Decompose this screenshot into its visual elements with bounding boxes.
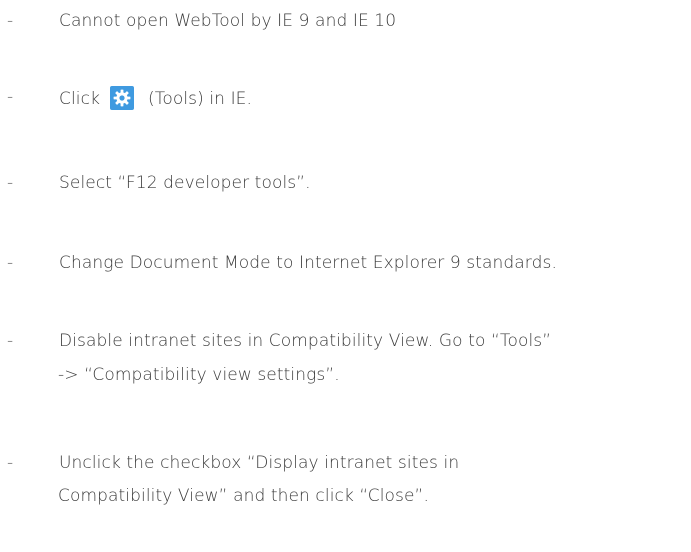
gear-icon: [110, 86, 135, 110]
item-text: Unclick the checkbox “Display intranet s…: [59, 453, 460, 473]
instruction-list: - Cannot open WebTool by IE 9 and IE 10 …: [0, 0, 691, 552]
item-text: Click (Tools) in IE.: [59, 86, 252, 110]
bullet-dash: -: [7, 453, 14, 473]
bullet-dash: -: [7, 173, 14, 193]
item-text: Change Document Mode to Internet Explore…: [59, 253, 557, 273]
bullet-dash: -: [7, 253, 14, 273]
item-text: Cannot open WebTool by IE 9 and IE 10: [59, 11, 397, 31]
bullet-dash: -: [7, 87, 14, 107]
bullet-dash: -: [7, 11, 14, 31]
item-text: Disable intranet sites in Compatibility …: [59, 331, 552, 351]
bullet-dash: -: [7, 331, 14, 351]
item-text: Select “F12 developer tools”.: [59, 173, 311, 193]
click-text: Click: [59, 89, 101, 109]
item-text-continued: Compatibility View” and then click “Clos…: [58, 486, 429, 506]
item-text-continued: -> “Compatibility view settings”.: [58, 365, 340, 385]
tools-text: (Tools) in IE.: [148, 89, 253, 109]
